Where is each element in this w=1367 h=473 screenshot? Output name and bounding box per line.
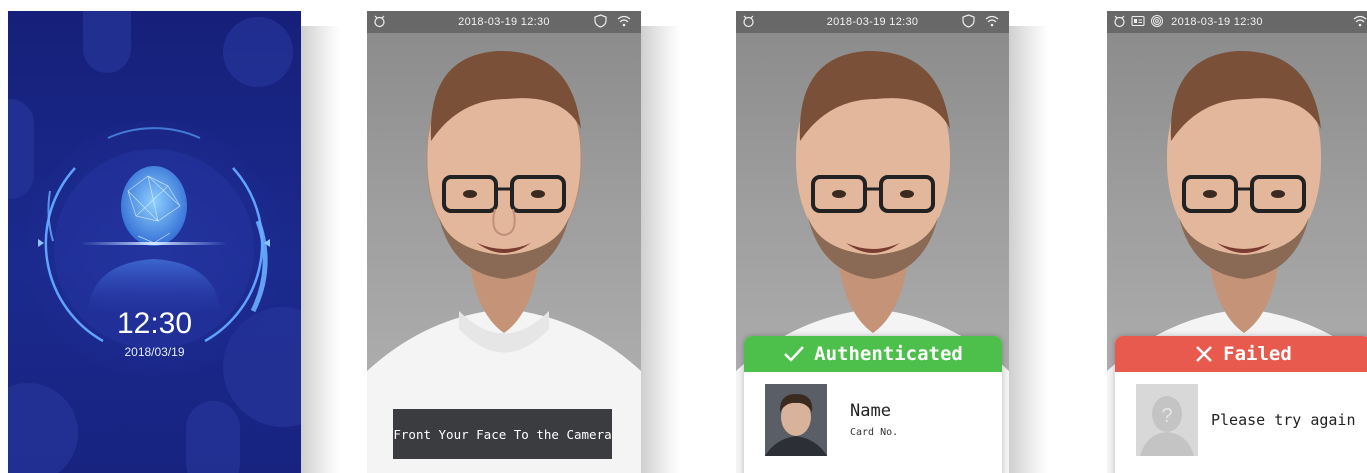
fail-result-title: Failed bbox=[1223, 343, 1292, 365]
auth-result-card: Authenticated Name Card No. bbox=[744, 336, 1002, 473]
shield-icon bbox=[594, 14, 607, 28]
status-datetime: 2018-03-19 12:30 bbox=[1171, 16, 1263, 28]
wifi-icon bbox=[617, 15, 631, 27]
face-scan-graphic bbox=[26, 121, 282, 377]
close-icon bbox=[1196, 346, 1213, 362]
status-bar: 2018-03-19 12:30 bbox=[367, 11, 641, 33]
wifi-icon bbox=[985, 15, 999, 27]
failed-screen[interactable]: 2018-03-19 12:30 Failed ? Please try aga… bbox=[1107, 11, 1367, 473]
status-bar: 2018-03-19 12:30 bbox=[736, 11, 1009, 33]
user-card-number: Card No. bbox=[850, 427, 899, 438]
status-bar: 2018-03-19 12:30 bbox=[1107, 11, 1367, 33]
shield-icon bbox=[962, 14, 975, 28]
detecting-screen[interactable]: 2018-03-19 12:30 Front Your Face To the … bbox=[367, 11, 641, 473]
svg-text:?: ? bbox=[1161, 405, 1172, 427]
authenticated-screen[interactable]: 2018-03-19 12:30 Authenticated Name Card… bbox=[736, 11, 1009, 473]
user-photo bbox=[765, 384, 827, 456]
fail-result-header: Failed bbox=[1115, 336, 1367, 372]
retry-message: Please try again bbox=[1211, 411, 1356, 429]
user-name: Name bbox=[850, 401, 891, 421]
unknown-user-placeholder: ? bbox=[1136, 384, 1198, 456]
standby-screen[interactable]: 12:30 2018/03/19 bbox=[8, 11, 301, 473]
fail-result-card: Failed ? Please try again bbox=[1115, 336, 1367, 473]
checkmark-icon bbox=[784, 346, 805, 362]
wifi-icon bbox=[1353, 15, 1367, 27]
face-tip-message: Front Your Face To the Camera bbox=[393, 409, 612, 459]
shadow-divider bbox=[641, 26, 681, 473]
standby-date: 2018/03/19 bbox=[124, 345, 185, 359]
shadow-divider bbox=[301, 26, 341, 473]
camera-preview-person bbox=[367, 50, 641, 473]
standby-clock: 12:30 bbox=[116, 307, 193, 340]
auth-result-header: Authenticated bbox=[744, 336, 1002, 372]
auth-result-title: Authenticated bbox=[814, 343, 963, 365]
shadow-divider bbox=[1009, 26, 1049, 473]
